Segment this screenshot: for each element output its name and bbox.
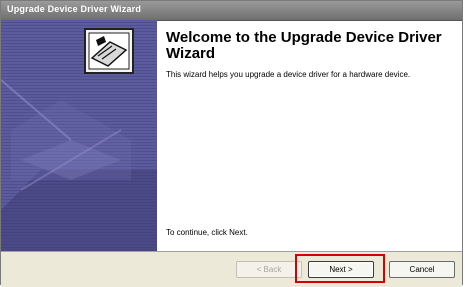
- back-button[interactable]: < Back: [236, 261, 302, 278]
- wizard-content: Welcome to the Upgrade Device Driver Wiz…: [157, 20, 462, 251]
- title-bar[interactable]: Upgrade Device Driver Wizard: [1, 1, 462, 21]
- hardware-card-icon: [84, 28, 134, 74]
- wizard-banner: [1, 20, 157, 251]
- button-bar: < Back Next > Cancel: [1, 251, 462, 287]
- window-title: Upgrade Device Driver Wizard: [7, 4, 142, 14]
- wizard-heading: Welcome to the Upgrade Device Driver Wiz…: [166, 29, 442, 62]
- continue-instruction: To continue, click Next.: [166, 228, 248, 237]
- cancel-button[interactable]: Cancel: [389, 261, 455, 278]
- wizard-window: Upgrade Device Driver Wizard Welcome to …: [0, 0, 463, 287]
- wizard-description: This wizard helps you upgrade a device d…: [166, 70, 411, 79]
- next-button-highlight: [295, 254, 385, 283]
